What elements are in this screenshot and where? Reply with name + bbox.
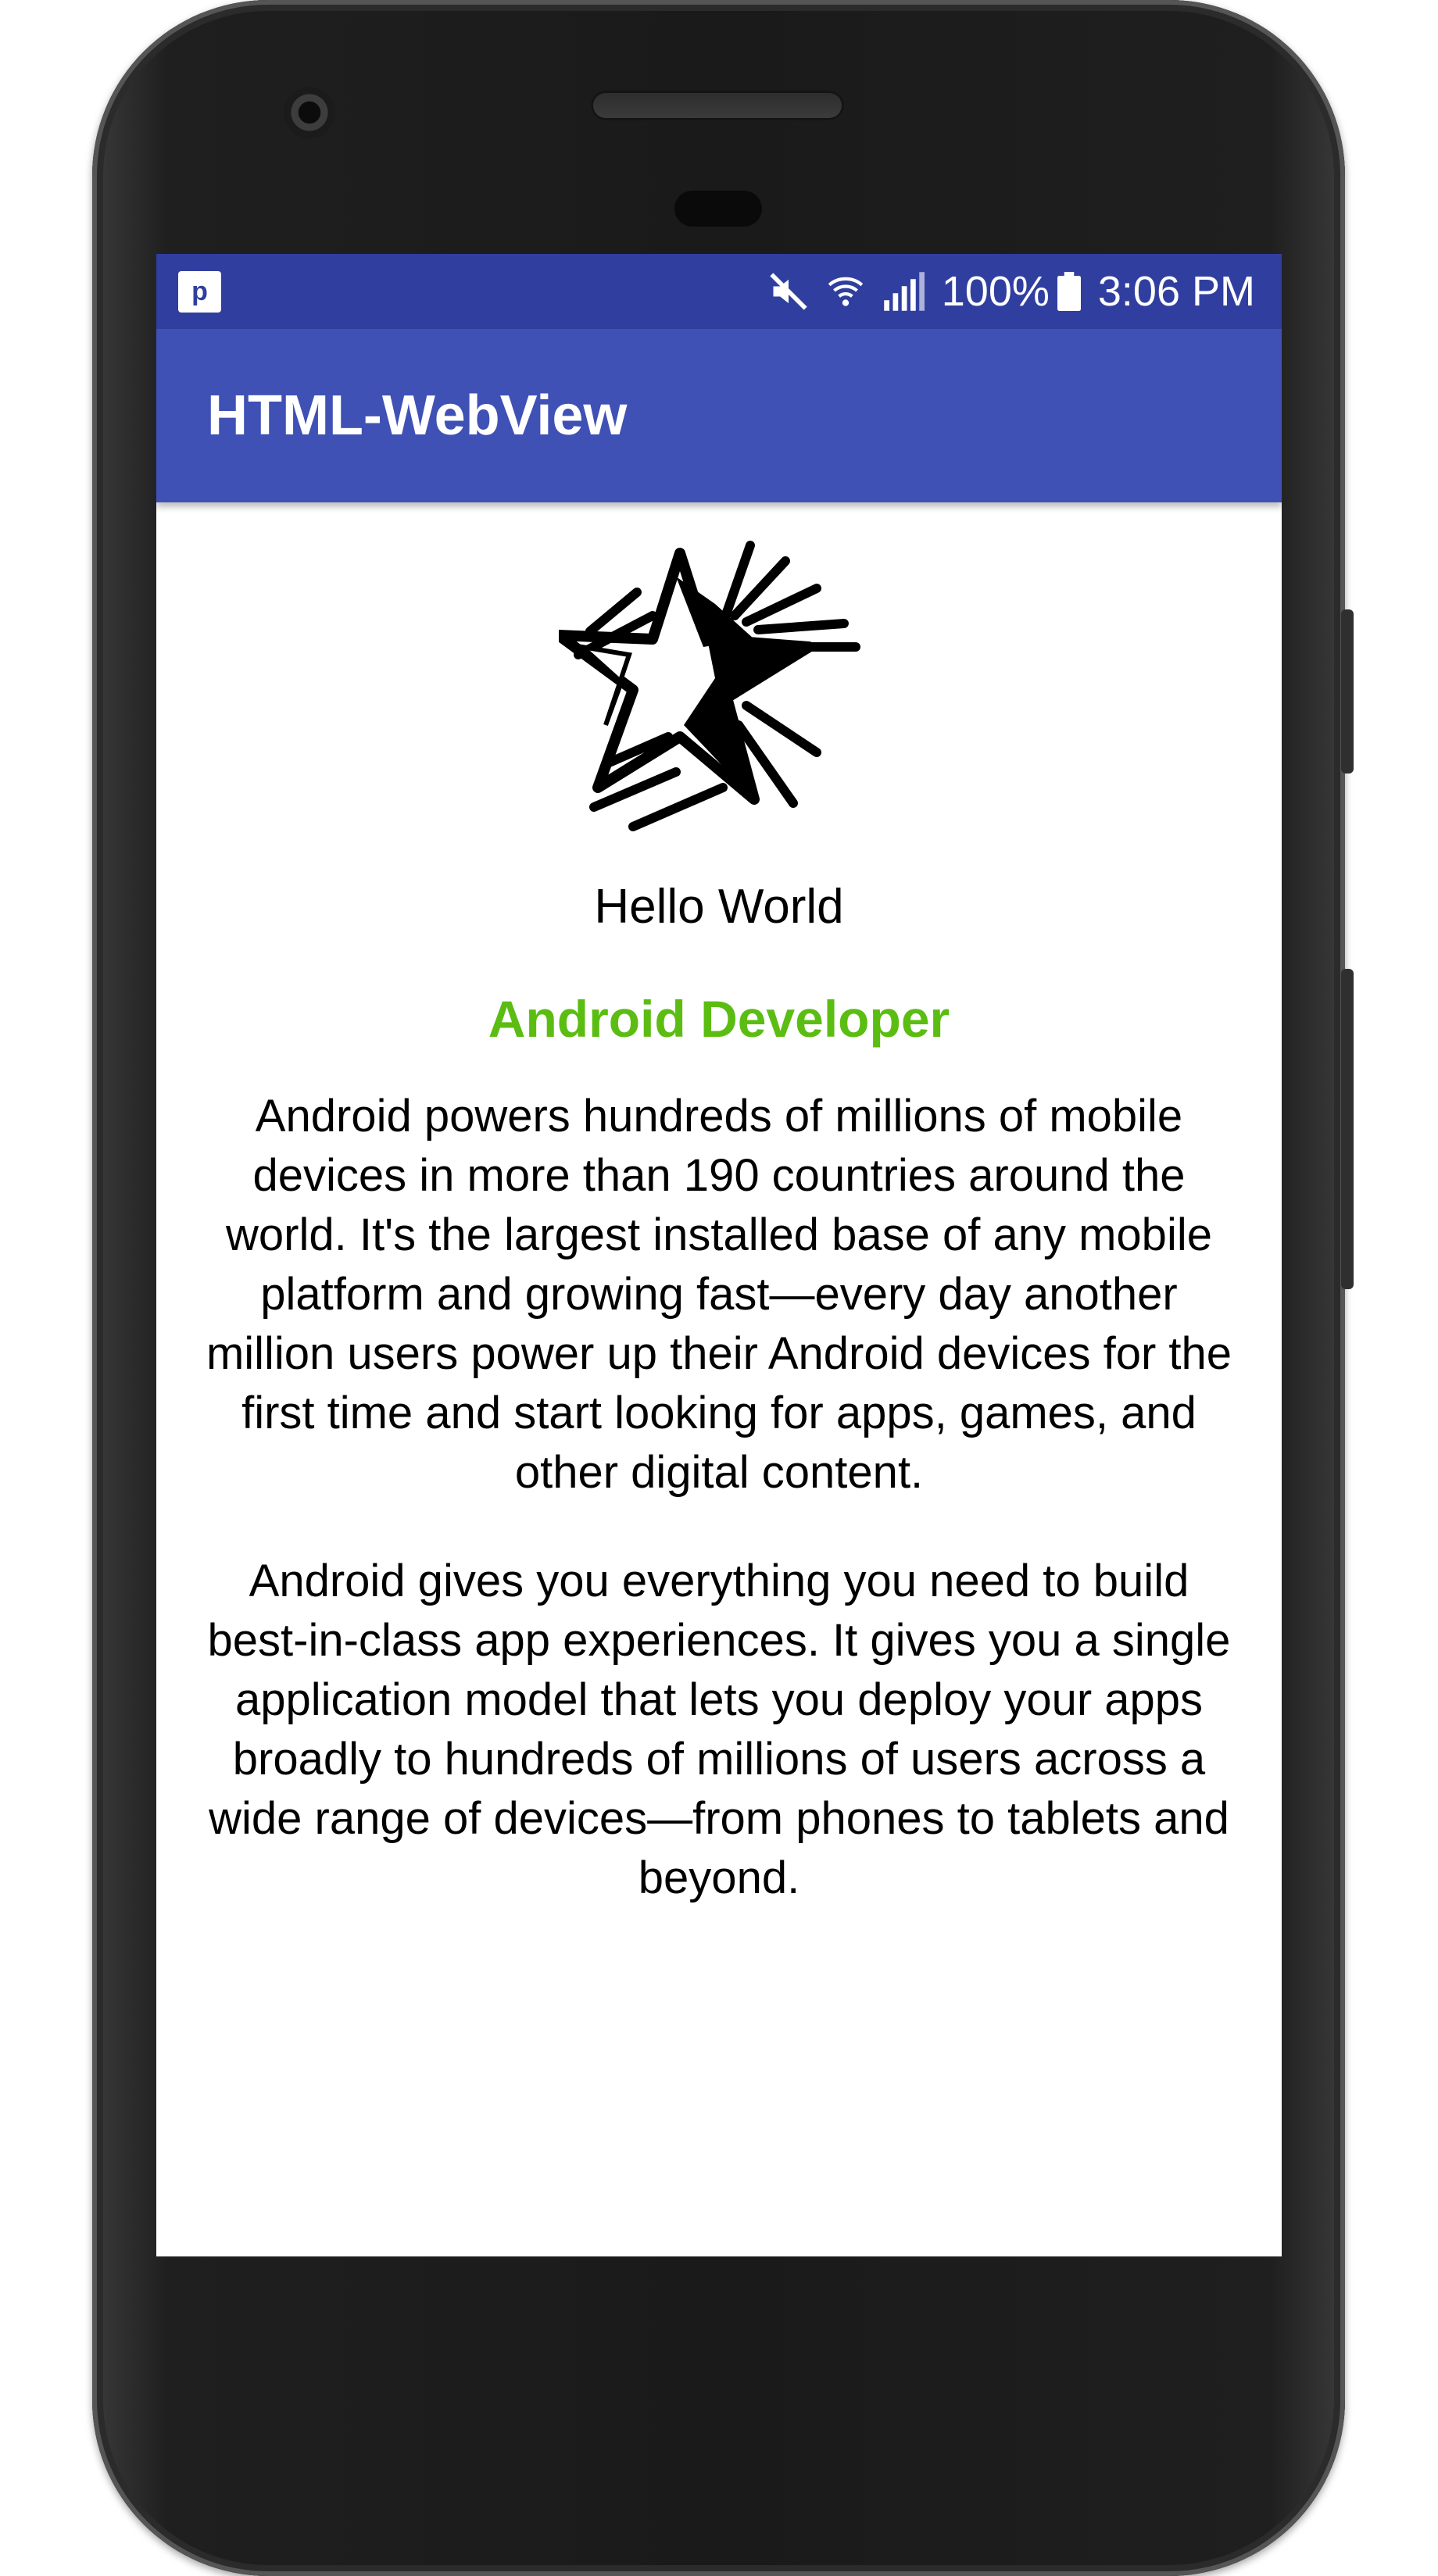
power-button (1341, 609, 1354, 774)
volume-button (1341, 969, 1354, 1289)
status-indicators: 100% 3:06 PM (768, 254, 1255, 329)
battery-status: 100% (942, 267, 1081, 316)
battery-percent: 100% (941, 268, 1050, 315)
earpiece-speaker (591, 91, 844, 120)
status-bar: p 100% 3:06 PM (156, 254, 1282, 329)
wifi-icon (826, 272, 865, 311)
paragraph-1: Android powers hundreds of millions of m… (206, 1091, 1232, 1498)
proximity-sensor (674, 191, 762, 227)
app-notification-icon: p (178, 271, 221, 313)
front-camera (284, 87, 335, 138)
paragraph-2: Android gives you everything you need to… (207, 1556, 1231, 1903)
app-notification-glyph: p (191, 277, 208, 306)
battery-icon (1057, 272, 1081, 311)
screen: p 100% 3:06 PM HTML-WebView Hello World … (156, 254, 1282, 2256)
app-bar: HTML-WebView (156, 329, 1282, 502)
hello-text: Hello World (594, 880, 844, 934)
developer-heading: Android Developer (488, 990, 950, 1048)
clock: 3:06 PM (1097, 268, 1255, 315)
star-logo-image (559, 541, 860, 831)
signal-icon (882, 272, 925, 311)
app-title: HTML-WebView (207, 384, 628, 447)
mute-icon (768, 271, 809, 312)
